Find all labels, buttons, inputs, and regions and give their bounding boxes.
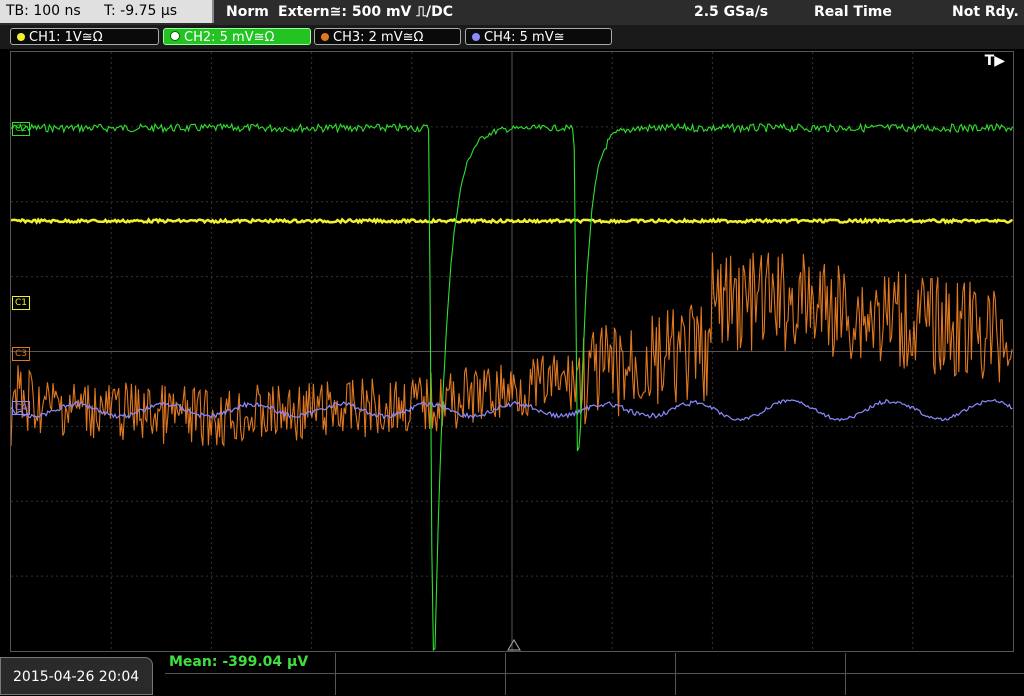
measurement-divider <box>675 653 676 695</box>
channel-3-offset-marker[interactable]: C3 <box>12 347 31 361</box>
timebase-box[interactable]: TB: 100 ns T: -9.75 µs <box>0 0 214 23</box>
channel-1-dot-icon <box>17 33 25 41</box>
graticule <box>11 52 1013 651</box>
channel-1-tab[interactable]: CH1: 1V≅Ω <box>10 28 159 45</box>
measurement-divider <box>845 653 846 695</box>
waveform-display[interactable]: T▶ C2 C1 C3 C4 <box>10 51 1014 652</box>
channel-1-offset-marker[interactable]: C1 <box>12 296 31 310</box>
channel-3-tab[interactable]: CH3: 2 mV≅Ω <box>314 28 461 45</box>
trigger-mode[interactable]: Norm <box>226 0 269 25</box>
trigger-source[interactable]: Extern≅: 500 mV ⎍/DC <box>278 0 453 25</box>
channel-2-offset-marker[interactable]: C2 <box>12 122 31 136</box>
channel-4-label: CH4: 5 mV≅ <box>484 30 565 45</box>
channel-1-trace <box>11 217 1013 225</box>
measurement-divider <box>165 673 1024 674</box>
channel-2-tab[interactable]: CH2: 5 mV≅Ω <box>163 28 311 45</box>
channel-3-dot-icon <box>321 33 329 41</box>
channel-2-dot-icon <box>170 31 180 41</box>
measurement-panel[interactable]: Mean: -399.04 µV <box>165 653 1024 695</box>
channel-1-label: CH1: 1V≅Ω <box>29 30 103 45</box>
waveform-canvas <box>11 52 1013 651</box>
channel-4-dot-icon <box>472 33 480 41</box>
channel-bar: CH1: 1V≅Ω CH2: 5 mV≅Ω CH3: 2 mV≅Ω CH4: 5… <box>0 25 1024 49</box>
measurement-divider <box>335 653 336 695</box>
date-time: 2015-04-26 20:04 <box>0 657 153 695</box>
channel-4-offset-marker[interactable]: C4 <box>12 401 31 415</box>
mean-measurement: Mean: -399.04 µV <box>169 654 309 670</box>
trigger-time-value: T: -9.75 µs <box>104 3 178 19</box>
channel-3-label: CH3: 2 mV≅Ω <box>333 30 424 45</box>
channel-4-tab[interactable]: CH4: 5 mV≅ <box>465 28 612 45</box>
acquisition-status: Not Rdy. <box>952 4 1019 20</box>
timebase-value: TB: 100 ns <box>6 3 81 19</box>
channel-2-label: CH2: 5 mV≅Ω <box>184 30 275 45</box>
status-bar: TB: 100 ns T: -9.75 µs Norm Extern≅: 500… <box>0 0 1024 25</box>
acquisition-mode[interactable]: Real Time <box>814 0 892 25</box>
measurement-divider <box>505 653 506 695</box>
sample-rate: 2.5 GSa/s <box>694 4 769 20</box>
trigger-indicator: T▶ <box>984 53 1005 69</box>
trigger-position-marker <box>507 639 521 651</box>
